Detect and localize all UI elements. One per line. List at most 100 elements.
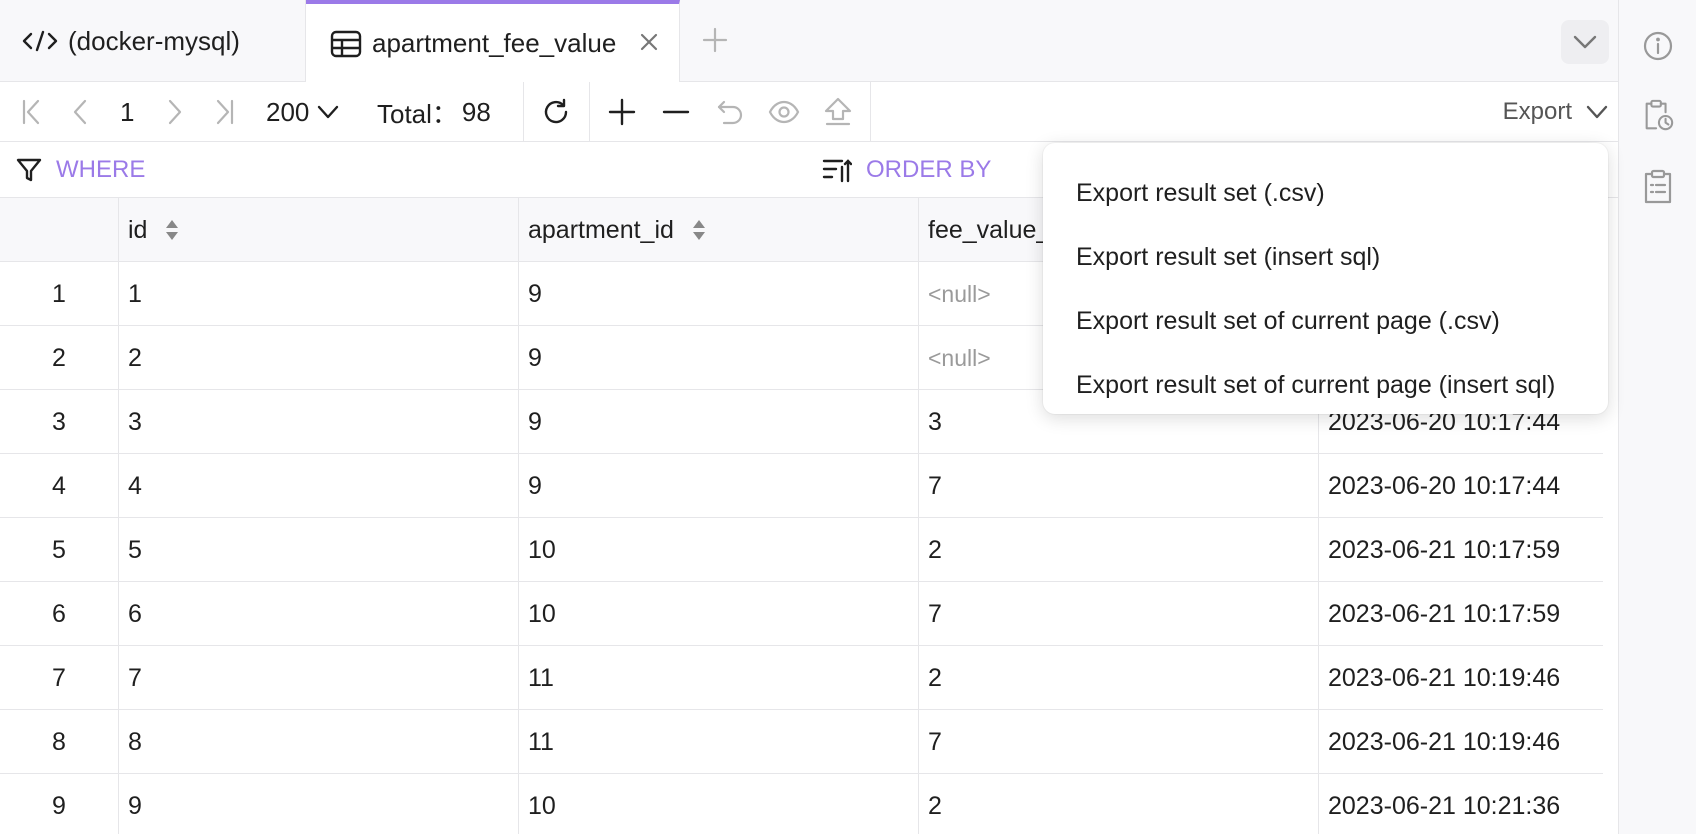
cell-apartment-id[interactable]: 9 <box>519 454 919 518</box>
table-row[interactable]: 8 8 11 7 2023-06-21 10:19:46 <box>0 710 1603 774</box>
page-number[interactable]: 1 <box>120 96 134 128</box>
where-filter[interactable]: WHERE <box>16 154 145 186</box>
menu-item-export-page-csv[interactable]: Export result set of current page (.csv) <box>1043 289 1608 353</box>
last-page-icon[interactable] <box>208 96 240 128</box>
menu-item-export-page-insert-sql[interactable]: Export result set of current page (inser… <box>1043 353 1608 417</box>
tab-table-label: apartment_fee_value <box>372 28 617 58</box>
column-header-label: fee_value_ <box>928 215 1051 244</box>
add-row-icon[interactable] <box>606 96 638 128</box>
cell-id[interactable]: 5 <box>119 518 519 582</box>
cell-apartment-id[interactable]: 9 <box>519 390 919 454</box>
upload-icon[interactable] <box>822 96 854 128</box>
first-page-icon[interactable] <box>16 96 48 128</box>
cell-apartment-id[interactable]: 10 <box>519 774 919 834</box>
code-icon <box>22 28 58 54</box>
column-header-label: id <box>128 215 148 244</box>
clipboard-clock-icon[interactable] <box>1641 99 1675 133</box>
table-row[interactable]: 5 5 10 2 2023-06-21 10:17:59 <box>0 518 1603 582</box>
row-number: 1 <box>0 262 119 326</box>
cell-id[interactable]: 1 <box>119 262 519 326</box>
cell-fee-value[interactable]: 7 <box>919 710 1319 774</box>
table-icon <box>330 30 362 58</box>
row-number: 6 <box>0 582 119 646</box>
row-number: 8 <box>0 710 119 774</box>
row-number: 9 <box>0 774 119 834</box>
total-value: 98 <box>461 96 491 127</box>
cell-fee-value[interactable]: 7 <box>919 454 1319 518</box>
tab-console[interactable]: (docker-mysql) <box>0 0 306 82</box>
cell-apartment-id[interactable]: 10 <box>519 518 919 582</box>
cell-apartment-id[interactable]: 11 <box>519 646 919 710</box>
row-number: 2 <box>0 326 119 390</box>
sort-icon <box>822 157 852 183</box>
row-number: 7 <box>0 646 119 710</box>
row-number: 3 <box>0 390 119 454</box>
cell-apartment-id[interactable]: 11 <box>519 710 919 774</box>
cell-id[interactable]: 6 <box>119 582 519 646</box>
table-row[interactable]: 4 4 9 7 2023-06-20 10:17:44 <box>0 454 1603 518</box>
cell-apartment-id[interactable]: 10 <box>519 582 919 646</box>
cell-fee-value[interactable]: 7 <box>919 582 1319 646</box>
page-size-select[interactable]: 200 <box>266 96 339 128</box>
refresh-icon[interactable] <box>540 96 572 128</box>
tab-bar: (docker-mysql) apartment_fee_value <box>0 0 1618 83</box>
cell-time[interactable]: 2023-06-20 10:17:44 <box>1319 454 1603 518</box>
cell-time[interactable]: 2023-06-21 10:17:59 <box>1319 518 1603 582</box>
cell-time[interactable]: 2023-06-21 10:17:59 <box>1319 582 1603 646</box>
cell-time[interactable]: 2023-06-21 10:19:46 <box>1319 646 1603 710</box>
sort-arrows-icon[interactable] <box>692 218 706 242</box>
chevron-down-icon[interactable] <box>1561 20 1609 64</box>
eye-icon[interactable] <box>768 96 800 128</box>
cell-id[interactable]: 3 <box>119 390 519 454</box>
sort-arrows-icon[interactable] <box>165 218 179 242</box>
chevron-down-icon <box>317 105 339 119</box>
cell-id[interactable]: 4 <box>119 454 519 518</box>
cell-fee-value[interactable]: 2 <box>919 646 1319 710</box>
table-row[interactable]: 6 6 10 7 2023-06-21 10:17:59 <box>0 582 1603 646</box>
cell-id[interactable]: 2 <box>119 326 519 390</box>
cell-time[interactable]: 2023-06-21 10:19:46 <box>1319 710 1603 774</box>
cell-fee-value[interactable]: 2 <box>919 518 1319 582</box>
menu-item-export-csv[interactable]: Export result set (.csv) <box>1043 161 1608 225</box>
delete-row-icon[interactable] <box>660 96 692 128</box>
cell-apartment-id[interactable]: 9 <box>519 326 919 390</box>
export-button[interactable]: Export <box>1503 96 1608 128</box>
cell-id[interactable]: 7 <box>119 646 519 710</box>
toolbar: 1 200 Total： 98 Export <box>0 82 1618 142</box>
cell-id[interactable]: 9 <box>119 774 519 834</box>
export-label: Export <box>1502 98 1572 125</box>
divider <box>523 82 524 142</box>
undo-icon[interactable] <box>714 96 746 128</box>
cell-fee-value[interactable]: 2 <box>919 774 1319 834</box>
cell-apartment-id[interactable]: 9 <box>519 262 919 326</box>
menu-item-export-insert-sql[interactable]: Export result set (insert sql) <box>1043 225 1608 289</box>
export-menu: Export result set (.csv) Export result s… <box>1043 143 1608 414</box>
right-rail <box>1618 0 1696 834</box>
where-label: WHERE <box>56 156 146 183</box>
total-count: Total： 98 <box>377 96 491 129</box>
order-by-filter[interactable]: ORDER BY <box>822 154 991 186</box>
next-page-icon[interactable] <box>159 96 191 128</box>
cell-time[interactable]: 2023-06-21 10:21:36 <box>1319 774 1603 834</box>
column-header-apartment-id[interactable]: apartment_id <box>519 198 919 262</box>
close-icon[interactable] <box>635 28 663 56</box>
order-by-label: ORDER BY <box>866 156 992 183</box>
page-size-value: 200 <box>266 96 310 127</box>
row-number: 4 <box>0 454 119 518</box>
total-label: Total： <box>377 98 458 129</box>
cell-id[interactable]: 8 <box>119 710 519 774</box>
table-row[interactable]: 7 7 11 2 2023-06-21 10:19:46 <box>0 646 1603 710</box>
clipboard-list-icon[interactable] <box>1641 169 1675 204</box>
row-number: 5 <box>0 518 119 582</box>
tab-apartment-fee-value[interactable]: apartment_fee_value <box>306 0 680 83</box>
column-header-id[interactable]: id <box>119 198 519 262</box>
info-icon[interactable] <box>1641 29 1675 63</box>
filter-icon <box>16 157 42 183</box>
table-row[interactable]: 9 9 10 2 2023-06-21 10:21:36 <box>0 774 1603 834</box>
previous-page-icon[interactable] <box>64 96 96 128</box>
tab-console-label: (docker-mysql) <box>68 25 240 56</box>
data-viewer: (docker-mysql) apartment_fee_value 1 200… <box>0 0 1618 834</box>
row-number-header <box>0 198 119 262</box>
divider <box>589 82 590 142</box>
add-tab-icon[interactable] <box>697 22 733 58</box>
